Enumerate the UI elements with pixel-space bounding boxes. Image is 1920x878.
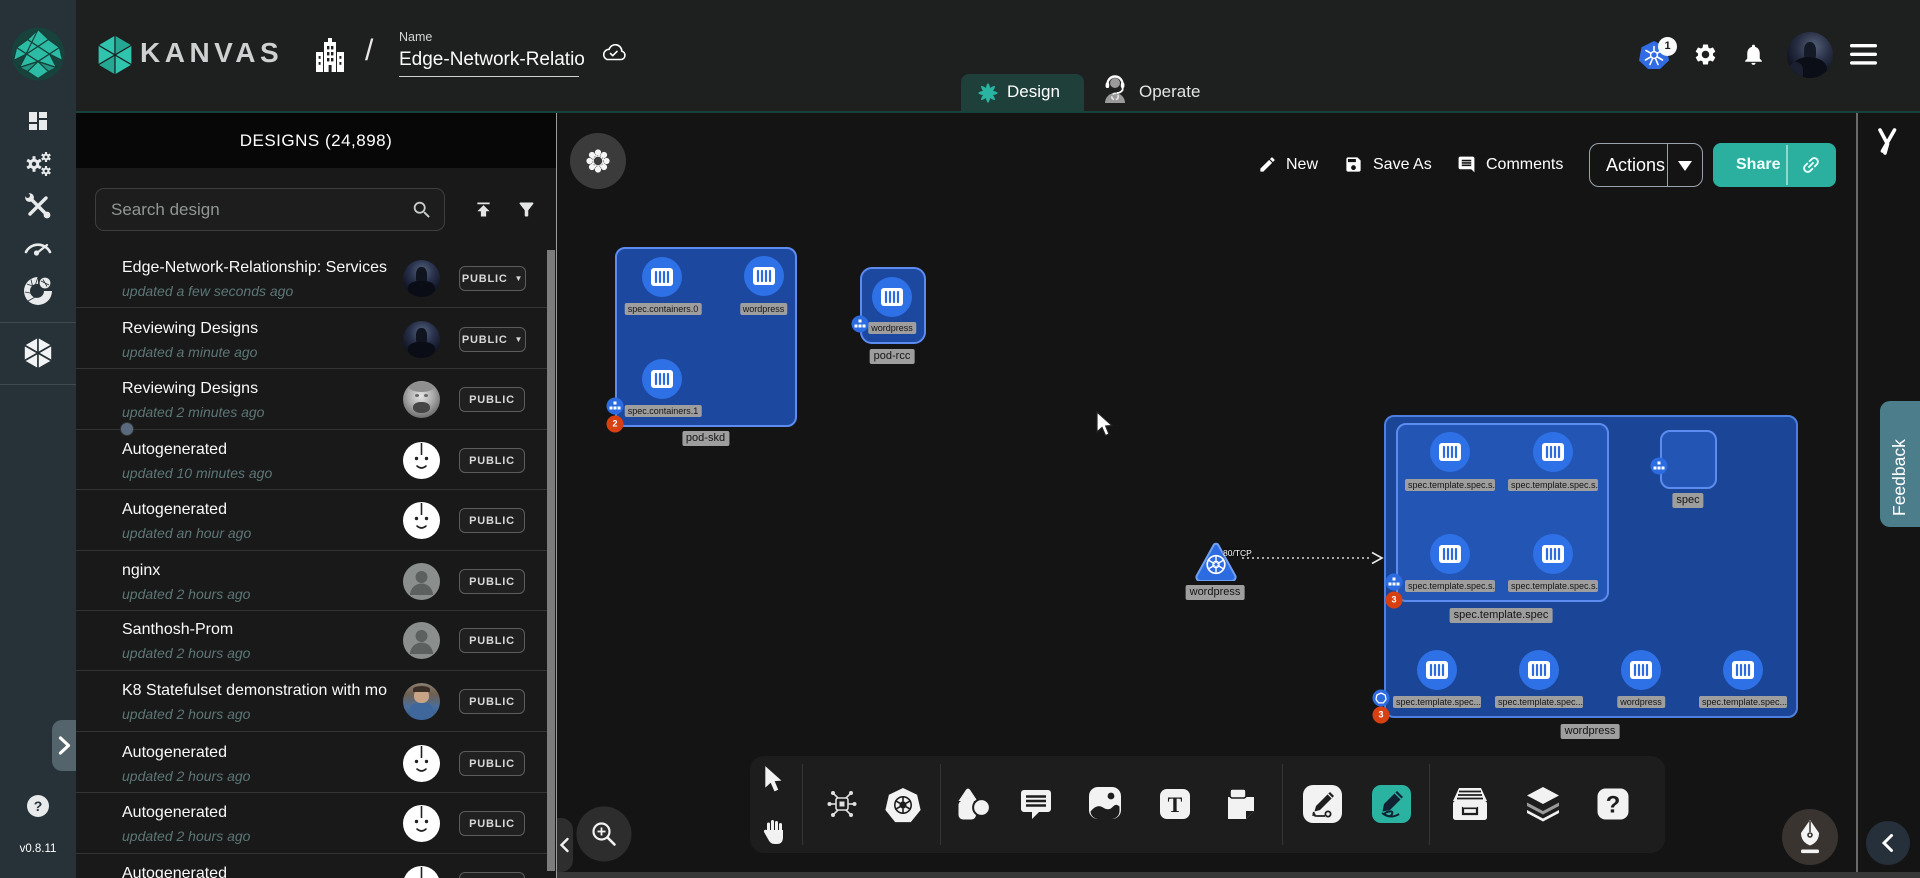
svg-text:?: ? xyxy=(34,798,43,814)
svg-text:?: ? xyxy=(1606,792,1621,819)
svg-text:T: T xyxy=(1168,792,1183,817)
